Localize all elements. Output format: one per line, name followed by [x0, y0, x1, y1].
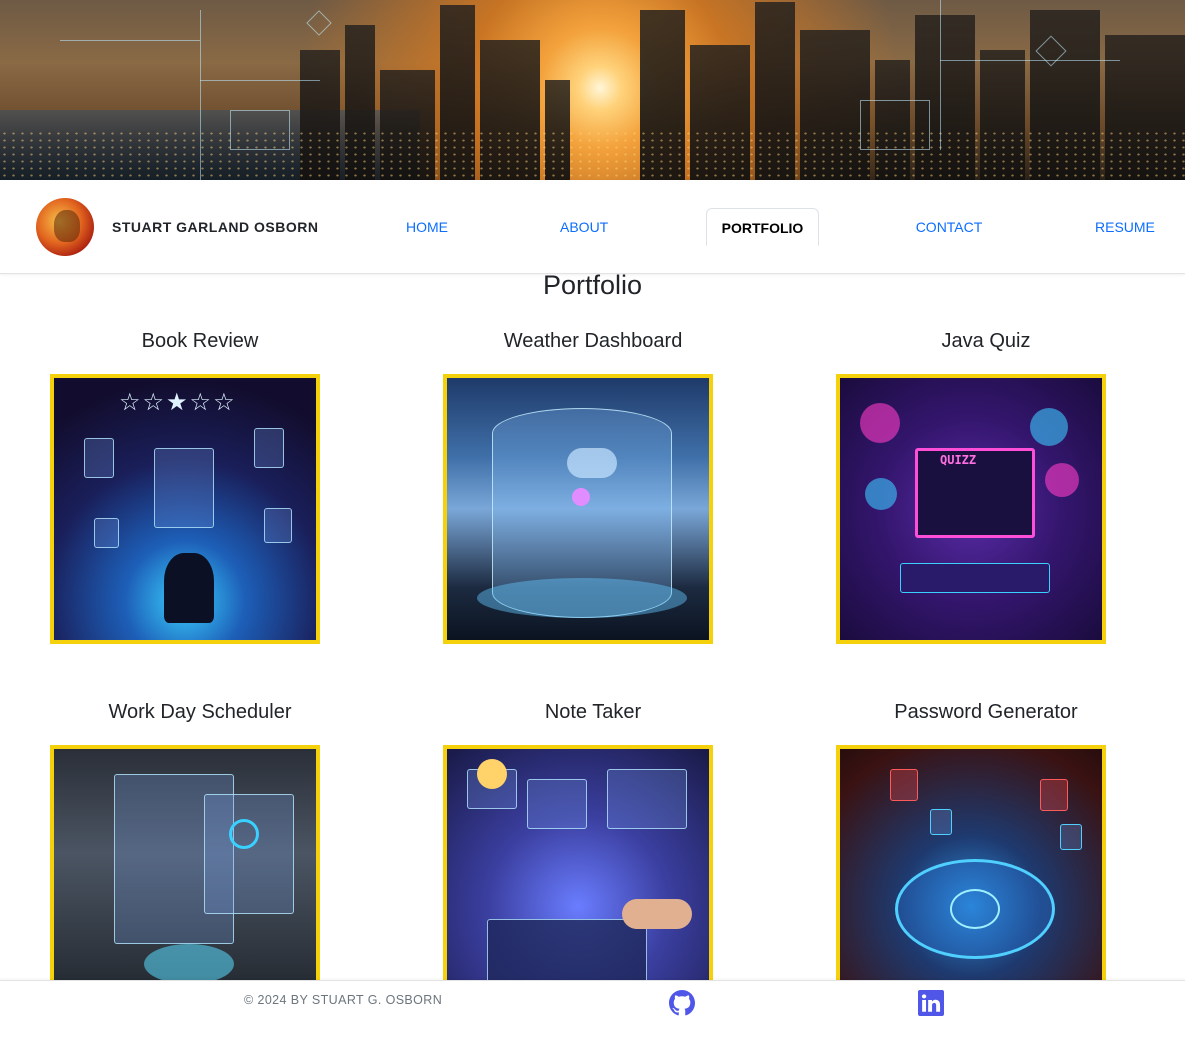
site-header: STUART GARLAND OSBORN HOME ABOUT PORTFOL… [0, 180, 1185, 274]
site-owner-name: STUART GARLAND OSBORN [112, 219, 319, 235]
project-title: Work Day Scheduler [108, 701, 292, 723]
project-title: Password Generator [894, 701, 1078, 723]
project-image-java-quiz[interactable]: QUIZZ [836, 374, 1106, 644]
nav-about[interactable]: ABOUT [546, 208, 622, 246]
project-title: Weather Dashboard [503, 330, 683, 352]
project-image-work-day-scheduler[interactable] [50, 745, 320, 1015]
nav-home[interactable]: HOME [392, 208, 462, 246]
hero-banner-image [0, 0, 1185, 180]
project-image-book-review[interactable]: ☆☆★☆☆ [50, 374, 320, 644]
nav-portfolio[interactable]: PORTFOLIO [706, 208, 819, 246]
nav-resume[interactable]: RESUME [1081, 208, 1165, 246]
github-icon[interactable] [669, 990, 695, 1016]
nav-contact[interactable]: CONTACT [901, 208, 997, 246]
project-title: Java Quiz [941, 330, 1031, 352]
project-image-note-taker[interactable] [443, 745, 713, 1015]
avatar [36, 198, 94, 256]
project-title: Note Taker [544, 701, 642, 723]
project-image-weather-dashboard[interactable] [443, 374, 713, 644]
linkedin-icon[interactable] [918, 990, 944, 1016]
page-title: Portfolio [542, 270, 643, 300]
project-image-password-generator[interactable] [836, 745, 1106, 1015]
project-title: Book Review [141, 330, 259, 352]
site-footer: © 2024 BY STUART G. OSBORN [0, 980, 1185, 1034]
copyright-text: © 2024 BY STUART G. OSBORN [244, 993, 443, 1007]
